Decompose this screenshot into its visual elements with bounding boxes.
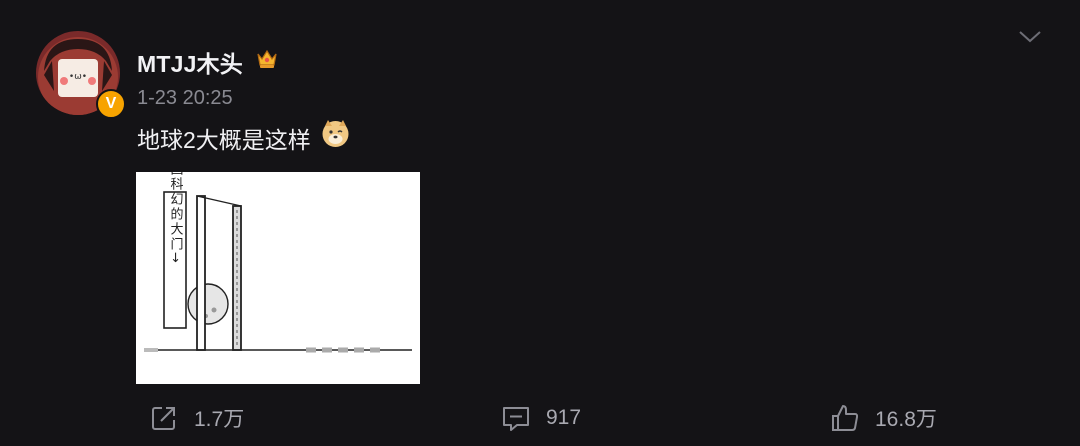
comment-icon	[503, 407, 529, 431]
image-sign-text: 中国科幻的大门→	[168, 172, 184, 265]
like-button[interactable]: 16.8万	[829, 400, 937, 436]
crown-icon	[254, 45, 280, 71]
share-count: 1.7万	[194, 408, 245, 431]
chevron-down-icon[interactable]	[1016, 25, 1044, 47]
username[interactable]: MTJJ木头	[137, 45, 243, 79]
avatar[interactable]: •ω• V	[36, 31, 126, 119]
thumbs-up-icon	[832, 405, 859, 431]
comment-count: 917	[546, 406, 582, 429]
post-image[interactable]: 中国科幻的大门→	[136, 147, 420, 384]
like-count: 16.8万	[875, 408, 937, 431]
verified-badge-icon: V	[96, 89, 126, 119]
post-timestamp: 1-23 20:25	[137, 87, 233, 109]
share-button[interactable]: 1.7万	[148, 400, 244, 436]
share-icon	[152, 407, 175, 430]
svg-text:•ω•: •ω•	[69, 72, 87, 82]
doge-emoji-icon	[320, 118, 351, 149]
comment-button[interactable]: 917	[500, 400, 581, 436]
post-text: 地球2大概是这样	[137, 127, 311, 153]
